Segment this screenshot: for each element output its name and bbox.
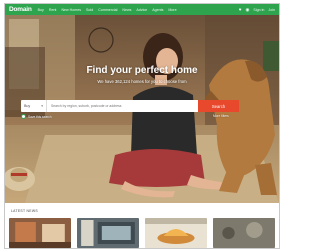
hero-banner: Find your perfect home We have 362,124 h… (5, 15, 279, 203)
nav-link-rent[interactable]: Rent (49, 8, 57, 12)
top-navigation-bar: Domain Buy Rent New Homes Sold Commercia… (5, 4, 279, 15)
nav-link-buy[interactable]: Buy (38, 8, 44, 12)
latest-news-heading: LATEST NEWS (11, 209, 38, 213)
chevron-down-icon: ▾ (41, 104, 43, 108)
nav-right: ♥ ◉ Sign in Join (239, 7, 275, 13)
news-card[interactable] (213, 218, 275, 248)
news-card-image (213, 218, 275, 248)
nav-link-new-homes[interactable]: New Homes (61, 8, 81, 12)
nav-link-agents[interactable]: Agents (152, 8, 163, 12)
join-link[interactable]: Join (268, 8, 275, 12)
nav-link-more[interactable]: More (168, 8, 176, 12)
news-card-image (9, 218, 71, 248)
search-button[interactable]: Search (198, 100, 239, 112)
news-card-row (9, 218, 275, 248)
notification-bell-icon[interactable]: ◉ (245, 7, 249, 13)
sign-in-link[interactable]: Sign in (253, 8, 264, 12)
more-filters-link[interactable]: More filters (213, 114, 229, 118)
nav-link-sold[interactable]: Sold (86, 8, 93, 12)
nav-link-advice[interactable]: Advice (136, 8, 147, 12)
save-search-radio-icon (21, 114, 26, 119)
listing-type-select[interactable]: Buy ▾ (21, 100, 47, 112)
news-card[interactable] (77, 218, 139, 248)
news-card[interactable] (145, 218, 207, 248)
save-search-label: Save this search (28, 114, 52, 119)
nav-link-commercial[interactable]: Commercial (98, 8, 117, 12)
listing-type-value: Buy (24, 104, 31, 108)
nav-link-news[interactable]: News (122, 8, 131, 12)
hero-title: Find your perfect home (86, 65, 198, 76)
news-card-image (145, 218, 207, 248)
domain-logo[interactable]: Domain (9, 6, 32, 13)
news-card-image (77, 218, 139, 248)
hero-subtitle: We have 362,124 homes for you to choose … (97, 79, 187, 84)
news-card[interactable] (9, 218, 71, 248)
browser-page: Domain Buy Rent New Homes Sold Commercia… (4, 3, 280, 249)
save-search-toggle[interactable]: Save this search (21, 114, 52, 119)
shortlist-heart-icon[interactable]: ♥ (239, 7, 242, 12)
nav-links: Buy Rent New Homes Sold Commercial News … (38, 8, 177, 12)
